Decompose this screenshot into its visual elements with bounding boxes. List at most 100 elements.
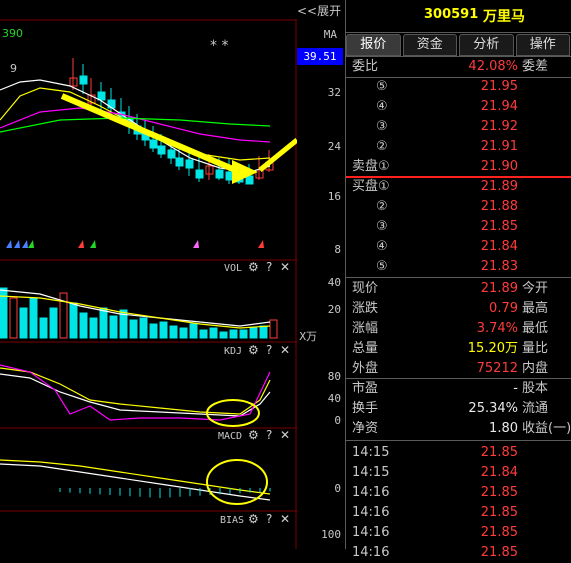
fundamental-right-label: 股本 (522, 381, 549, 396)
axis-tick-8: 8 (334, 243, 341, 256)
buy-level-row[interactable]: ③ 21.85 (346, 217, 571, 237)
volume-bar (179, 327, 188, 339)
macd-label[interactable]: MACD (218, 431, 242, 442)
bias-label[interactable]: BIAS (220, 515, 244, 526)
macd-settings-gear-icon[interactable]: ⚙ (248, 428, 259, 442)
axis-tick-24: 24 (327, 140, 341, 153)
vol-settings-gear-icon[interactable]: ⚙ (248, 260, 259, 274)
buy-level-label: ② (376, 199, 388, 214)
buy-level-price: 21.84 (480, 239, 518, 254)
kline-chart-area[interactable]: 390 * * 9 VOL KDJ MACD BIAS ⚙ ? ✕ ⚙ ? ✕ … (0, 0, 297, 549)
kdj-close-icon[interactable]: ✕ (280, 343, 290, 357)
tick-time: 14:16 (352, 525, 390, 540)
candle-body (215, 169, 224, 179)
sell-level-row[interactable]: 卖盘① 21.90 (346, 157, 571, 177)
volume-bar (109, 315, 118, 339)
vol-label[interactable]: VOL (224, 263, 242, 274)
volume-bar (169, 325, 178, 339)
sell-level-price: 21.95 (480, 79, 518, 94)
kdj-settings-gear-icon[interactable]: ⚙ (248, 343, 259, 357)
vol-close-icon[interactable]: ✕ (280, 260, 290, 274)
bias-close-icon[interactable]: ✕ (280, 512, 290, 526)
quote-right-label: 最高 (522, 301, 549, 316)
bias-settings-gear-icon[interactable]: ⚙ (248, 512, 259, 526)
tab-operation[interactable]: 操作 (515, 34, 570, 56)
candle-body (107, 99, 116, 109)
kline-chart-canvas[interactable] (0, 0, 297, 549)
tab-quote[interactable]: 报价 (346, 34, 401, 56)
volume-bar (239, 329, 248, 339)
expand-button[interactable]: <<展开 (297, 2, 341, 19)
bias-help-icon[interactable]: ? (266, 512, 272, 526)
kdj-j-line (0, 364, 271, 421)
volume-bar (29, 297, 38, 339)
sell-level-price: 21.94 (480, 99, 518, 114)
macd-highlight-circle (206, 459, 268, 505)
tick-price: 21.84 (480, 465, 518, 480)
quote-value: 0.79 (489, 301, 518, 316)
quote-label: 外盘 (352, 361, 379, 376)
tab-funds[interactable]: 资金 (402, 34, 457, 56)
tick-time: 14:16 (352, 545, 390, 560)
top-left-value: 390 (2, 27, 23, 40)
fundamental-label: 换手 (352, 401, 379, 416)
tick-time: 14:16 (352, 485, 390, 500)
axis-tick-32: 32 (327, 86, 341, 99)
buy-level-row[interactable]: ② 21.88 (346, 197, 571, 217)
buy-level-row[interactable]: ⑤ 21.83 (346, 257, 571, 277)
candle-body (175, 157, 184, 167)
kdj-axis-0: 0 (334, 414, 341, 427)
volume-bar (159, 321, 168, 339)
volume-bar (99, 307, 108, 339)
tick-price: 21.85 (480, 545, 518, 560)
tab-analysis[interactable]: 分析 (459, 34, 514, 56)
tick-price: 21.85 (480, 505, 518, 520)
kdj-axis-40: 40 (327, 392, 341, 405)
small-nine-label: 9 (10, 62, 17, 75)
fundamental-value: 1.80 (489, 421, 518, 436)
sell-level-row[interactable]: ⑤ 21.95 (346, 77, 571, 97)
volume-bar (129, 319, 138, 339)
vol-axis-20: 20 (327, 303, 341, 316)
annotation-arrow-down-head (232, 160, 258, 184)
tick-row: 14:16 21.85 (346, 483, 571, 503)
sell-level-row[interactable]: ② 21.91 (346, 137, 571, 157)
vol-axis-unit: X万 (299, 330, 317, 343)
quote-row: 涨跌 0.79 最高 (346, 299, 571, 319)
kdj-k-line (0, 367, 271, 415)
signal-marker (22, 240, 28, 248)
quote-label: 总量 (352, 341, 379, 356)
fundamental-value: 25.34% (468, 401, 518, 416)
volume-bar (189, 323, 198, 339)
quote-row: 涨幅 3.74% 最低 (346, 319, 571, 339)
kdj-label[interactable]: KDJ (224, 346, 242, 357)
macd-help-icon[interactable]: ? (266, 428, 272, 442)
fundamental-row: 换手 25.34% 流通 (346, 399, 571, 419)
macd-close-icon[interactable]: ✕ (280, 428, 290, 442)
tick-row: 14:15 21.84 (346, 463, 571, 483)
tick-time: 14:16 (352, 505, 390, 520)
candle-body (79, 75, 88, 85)
volume-bar (79, 312, 88, 339)
sell-level-row[interactable]: ③ 21.92 (346, 117, 571, 137)
kdj-help-icon[interactable]: ? (266, 343, 272, 357)
sell-level-label: 卖盘① (352, 159, 390, 174)
tick-row: 14:15 21.85 (346, 443, 571, 463)
volume-bar (229, 329, 238, 339)
volume-bar (49, 307, 58, 339)
tick-time: 14:15 (352, 465, 390, 480)
quote-label: 涨跌 (352, 301, 379, 316)
buy-level-row[interactable]: 买盘① 21.89 (346, 177, 571, 197)
buy-level-row[interactable]: ④ 21.84 (346, 237, 571, 257)
sell-level-row[interactable]: ④ 21.94 (346, 97, 571, 117)
volume-bar (209, 327, 218, 339)
candle-body (185, 159, 194, 169)
macd-dif-line (0, 463, 271, 501)
vol-axis-40: 40 (327, 276, 341, 289)
volume-bar (149, 323, 158, 339)
sell-level-price: 21.90 (480, 159, 518, 174)
sell-level-label: ⑤ (376, 79, 388, 94)
vol-help-icon[interactable]: ? (266, 260, 272, 274)
signal-marker (28, 240, 34, 248)
tick-price: 21.85 (480, 445, 518, 460)
